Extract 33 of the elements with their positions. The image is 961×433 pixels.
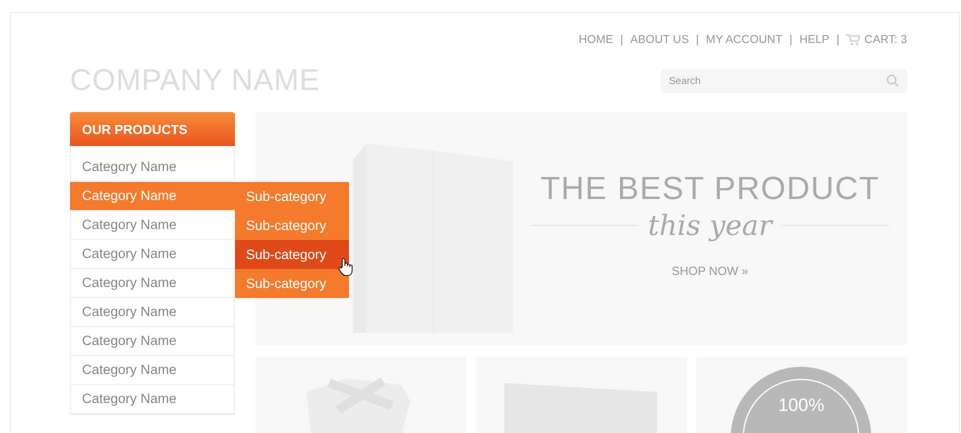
category-item[interactable]: Category Name [71,240,234,269]
category-item[interactable]: Category Name [71,327,234,356]
category-item[interactable]: Category Name [71,269,234,298]
subcategory-item[interactable]: Sub-category [235,182,349,211]
nav-separator: | [696,34,699,46]
category-item[interactable]: Category Name [71,211,234,240]
category-item[interactable]: Category Name [71,385,234,414]
hand-cursor-icon [338,257,353,277]
seal-badge-text: 100% [777,395,826,416]
cart-link[interactable]: CART: 3 [864,34,907,46]
product-tile[interactable]: 100% [696,357,907,433]
nav-link[interactable]: ABOUT US [630,34,689,46]
nav-link[interactable]: MY ACCOUNT [706,34,782,46]
nav-link[interactable]: HELP [799,34,830,46]
hero-tagline: this year [648,209,772,242]
category-item[interactable]: Category Name [71,298,234,327]
nav-separator: | [836,34,840,46]
subcategory-item[interactable]: Sub-category [235,269,349,298]
subcategory-item[interactable]: Sub-category [235,240,349,269]
product-tile[interactable] [255,357,466,433]
cart-icon [846,34,860,46]
nav-link[interactable]: HOME [578,34,614,46]
hero-headline: THE BEST PRODUCT [540,170,880,207]
category-item[interactable]: Category Name [70,182,235,211]
search-icon [886,74,899,87]
search-field[interactable]: Search [661,69,907,93]
sidebar-header: OUR PRODUCTS [70,112,235,146]
nav-separator: | [789,34,792,46]
subcategory-item[interactable]: Sub-category [235,211,349,240]
nav-separator: | [620,34,624,46]
shop-now-link[interactable]: SHOP NOW » [672,264,748,278]
category-item[interactable]: Category Name [71,356,234,385]
product-tile[interactable] [475,357,687,433]
